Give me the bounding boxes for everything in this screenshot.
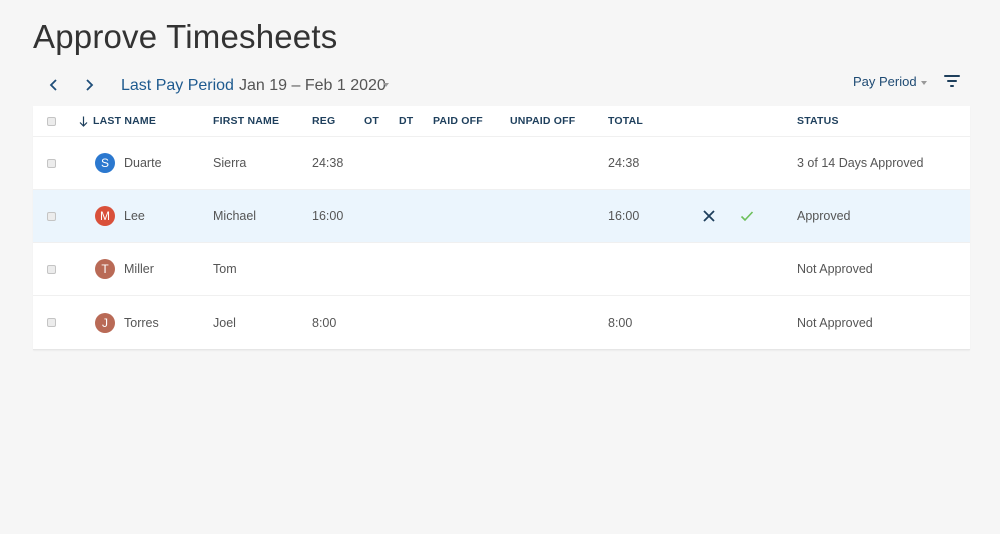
first-name: Joel: [213, 315, 236, 330]
reject-button[interactable]: [702, 190, 716, 242]
previous-period-button[interactable]: [43, 72, 63, 98]
table-row[interactable]: M Lee Michael 16:00 16:00 Approved: [33, 190, 970, 243]
column-header-dt[interactable]: DT: [399, 106, 413, 136]
avatar: T: [95, 259, 115, 279]
column-header-ot[interactable]: OT: [364, 106, 379, 136]
chevron-left-icon: [49, 79, 57, 91]
row-checkbox[interactable]: [47, 211, 56, 221]
column-header-status[interactable]: STATUS: [797, 106, 839, 136]
last-name: Miller: [124, 262, 154, 276]
status-text: Not Approved: [797, 315, 873, 330]
total-hours: 24:38: [608, 156, 640, 170]
first-name: Michael: [213, 209, 257, 223]
last-name: Duarte: [124, 156, 162, 170]
column-label: LAST NAME: [93, 115, 157, 127]
reg-hours: 24:38: [312, 156, 344, 170]
chevron-right-icon: [85, 79, 93, 91]
approve-button[interactable]: [740, 190, 754, 242]
column-header-reg[interactable]: REG: [312, 106, 335, 136]
select-all-checkbox[interactable]: [47, 116, 56, 126]
avatar: J: [95, 312, 115, 333]
status-text: 3 of 14 Days Approved: [797, 156, 924, 170]
table-row[interactable]: S Duarte Sierra 24:38 24:38 3 of 14 Days…: [33, 137, 970, 190]
reg-hours: 8:00: [312, 315, 337, 330]
next-period-button[interactable]: [79, 72, 99, 98]
caret-down-icon: [920, 80, 927, 85]
column-header-paid-off[interactable]: PAID OFF: [433, 106, 483, 136]
group-by-select[interactable]: Pay Period: [853, 74, 927, 89]
row-checkbox[interactable]: [47, 264, 56, 274]
column-header-first-name[interactable]: FIRST NAME: [213, 106, 279, 136]
first-name: Tom: [213, 262, 237, 276]
table-row[interactable]: J Torres Joel 8:00 8:00 Not Approved: [33, 296, 970, 349]
total-hours: 16:00: [608, 209, 640, 223]
timesheets-table: LAST NAME FIRST NAME REG OT DT PAID OFF …: [33, 106, 970, 350]
filter-button[interactable]: [944, 75, 962, 89]
period-range: Jan 19 – Feb 1 2020: [239, 77, 386, 94]
row-checkbox[interactable]: [47, 318, 56, 327]
total-hours: 8:00: [608, 315, 633, 330]
avatar: S: [95, 153, 115, 173]
sort-descending-icon: [79, 116, 88, 127]
check-icon: [740, 211, 754, 222]
column-header-last-name[interactable]: LAST NAME: [79, 106, 156, 136]
avatar: M: [95, 206, 115, 226]
reg-hours: 16:00: [312, 209, 344, 223]
caret-down-icon[interactable]: [383, 83, 389, 87]
group-by-value: Pay Period: [853, 74, 917, 89]
toolbar: Last Pay Period Jan 19 – Feb 1 2020 Pay …: [33, 72, 970, 102]
table-header: LAST NAME FIRST NAME REG OT DT PAID OFF …: [33, 106, 970, 137]
row-checkbox[interactable]: [47, 158, 56, 168]
table-row[interactable]: T Miller Tom Not Approved: [33, 243, 970, 296]
status-text: Approved: [797, 209, 851, 223]
last-name: Lee: [124, 209, 145, 223]
last-name: Torres: [124, 315, 159, 330]
column-header-unpaid-off[interactable]: UNPAID OFF: [510, 106, 575, 136]
page-title: Approve Timesheets: [33, 18, 338, 55]
period-label[interactable]: Last Pay Period: [121, 77, 234, 95]
column-header-total[interactable]: TOTAL: [608, 106, 643, 136]
close-icon: [703, 210, 715, 222]
first-name: Sierra: [213, 156, 247, 170]
status-text: Not Approved: [797, 262, 873, 276]
